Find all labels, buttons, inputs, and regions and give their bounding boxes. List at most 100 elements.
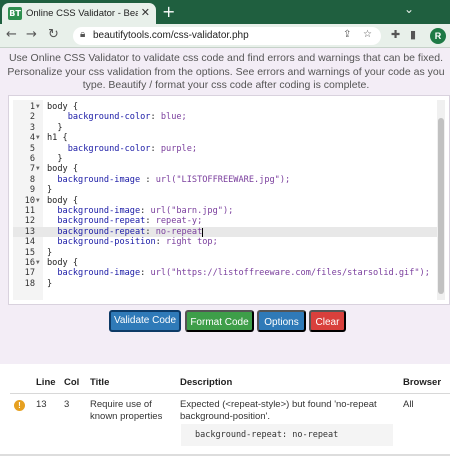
code-line[interactable]: 18} [13,279,437,289]
header-title: Title [90,377,110,388]
code-line[interactable]: 15} [13,248,437,258]
line-number: 11 [24,206,35,216]
css-property: background-repeat [57,216,146,227]
code-text: background-color: purple; [67,143,198,154]
header-browser: Browser [403,377,442,388]
header-col: Col [64,377,80,388]
css-value: purple; [160,143,198,154]
options-button[interactable]: Options [257,310,306,332]
line-number: 15 [24,247,35,258]
code-text: background-repeat: no-repeat [57,226,203,237]
line-number: 9 [29,185,35,196]
css-value: url("LISTOFFREEWARE.jpg"); [155,174,291,185]
lock-icon[interactable]: 🔒︎ [80,29,85,40]
css-property: background-image [57,174,141,185]
line-number: 14 [24,237,35,248]
scrollbar-thumb[interactable] [438,118,444,294]
address-bar[interactable]: 🔒︎ beautifytools.com/css-validator.php ⇪… [73,27,381,45]
css-code-editor[interactable]: 1 ▼ body {2 background-color: blue; 3 } 4 ▼ h1… [13,100,445,300]
new-tab-icon[interactable]: + [162,3,175,21]
css-value: blue; [160,112,187,123]
line-number: 1 [29,102,35,112]
extensions-icon[interactable]: ✚ [391,27,400,43]
code-text: } [47,122,63,133]
validate-code-button[interactable]: Validate Code [109,310,181,332]
code-line[interactable]: 10 ▼ body { [13,196,437,206]
tab-title: Online CSS Validator - BeautifyTools [26,8,138,19]
row-browser: All [403,399,414,410]
code-line[interactable]: 5 background-color: purple; [13,144,437,154]
clear-button[interactable]: Clear [309,310,346,332]
code-text: } [47,247,53,258]
code-text: h1 { [47,133,68,144]
line-number: 17 [24,268,35,279]
code-line[interactable]: 2 background-color: blue; [13,112,437,122]
fold-arrow-icon[interactable]: ▼ [36,133,40,143]
forward-icon[interactable]: → [26,27,37,43]
share-icon[interactable]: ⇪ [343,29,351,40]
line-number: 16 [24,258,35,268]
code-line[interactable]: 4 ▼ h1 { [13,133,437,143]
close-icon[interactable]: ✕ [141,6,150,19]
code-line[interactable]: 9} [13,185,437,195]
format-code-button[interactable]: Format Code [185,310,254,332]
line-number: 4 [29,133,35,144]
code-line[interactable]: 17 background-image: url("https://listof… [13,268,437,278]
browser-tab[interactable]: BT Online CSS Validator - BeautifyTools … [2,3,156,24]
code-text: background-image: url("https://listoffre… [57,268,430,279]
code-line[interactable]: 3 } [13,123,437,133]
fold-arrow-icon[interactable]: ▼ [36,196,40,206]
css-value: url("barn.jpg"); [150,206,234,216]
row-description-2: background-position'. [180,410,271,422]
fold-arrow-icon[interactable]: ▼ [36,164,40,174]
code-text: background-repeat: repeat-y; [57,216,203,227]
css-property: background-color [67,112,151,123]
bookmark-star-icon[interactable]: ☆ [363,29,372,40]
back-icon[interactable]: ← [6,27,17,43]
code-line[interactable]: 6 } [13,154,437,164]
code-line[interactable]: 1 ▼ body { [13,102,437,112]
code-line[interactable]: 12 background-repeat: repeat-y; [13,216,437,226]
css-value: right top; [166,237,218,248]
side-panel-icon[interactable]: ▮ [410,27,416,43]
line-number: 10 [24,195,35,206]
code-line[interactable]: 7 ▼ body { [13,164,437,174]
reload-icon[interactable]: ↻ [48,27,59,43]
browser-nav-bar: ← → ↻ 🔒︎ beautifytools.com/css-validator… [0,24,450,48]
line-number: 12 [24,216,35,227]
fold-arrow-icon[interactable]: ▼ [36,102,40,112]
chevron-down-icon[interactable]: ⌄ [404,1,414,17]
intro-description: Use Online CSS Validator to validate css… [7,52,445,91]
header-description: Description [180,377,233,388]
vertical-scrollbar[interactable] [437,100,445,300]
code-line[interactable]: 14 background-position: right top; [13,237,437,247]
code-text: } [47,185,53,196]
line-number: 2 [29,112,35,123]
code-line[interactable]: 11 background-image: url("barn.jpg"); [13,206,437,216]
code-text: } [47,278,53,289]
avatar[interactable]: R [430,28,446,44]
row-title-1: Require use of [90,399,152,410]
line-number: 5 [29,143,35,154]
css-value: repeat-y; [155,216,203,227]
code-line[interactable]: 8 background-image : url("LISTOFFREEWARE… [13,175,437,185]
code-line[interactable]: 13 background-repeat: no-repeat [13,226,437,238]
validation-results-table: Line Col Title Description Browser ! 13 … [0,364,450,456]
line-number: 7 [29,164,35,175]
css-property: background-image [57,206,141,216]
code-snippet: background-repeat: no-repeat [181,424,393,446]
fold-arrow-icon[interactable]: ▼ [36,258,40,268]
code-text: } [47,154,63,164]
warning-icon: ! [14,400,25,411]
code-text: body { [47,102,79,112]
line-number: 18 [24,278,35,289]
row-title-2: known properties [90,410,163,422]
header-line: Line [36,377,56,388]
row-line: 13 [36,399,47,410]
line-number: 8 [29,174,35,185]
editor-container: 1 ▼ body {2 background-color: blue; 3 } 4 ▼ h1… [8,95,450,305]
table-divider [10,393,450,394]
url-text[interactable]: beautifytools.com/css-validator.php [93,30,249,41]
code-text: body { [47,195,79,206]
code-line[interactable]: 16 ▼ body { [13,258,437,268]
